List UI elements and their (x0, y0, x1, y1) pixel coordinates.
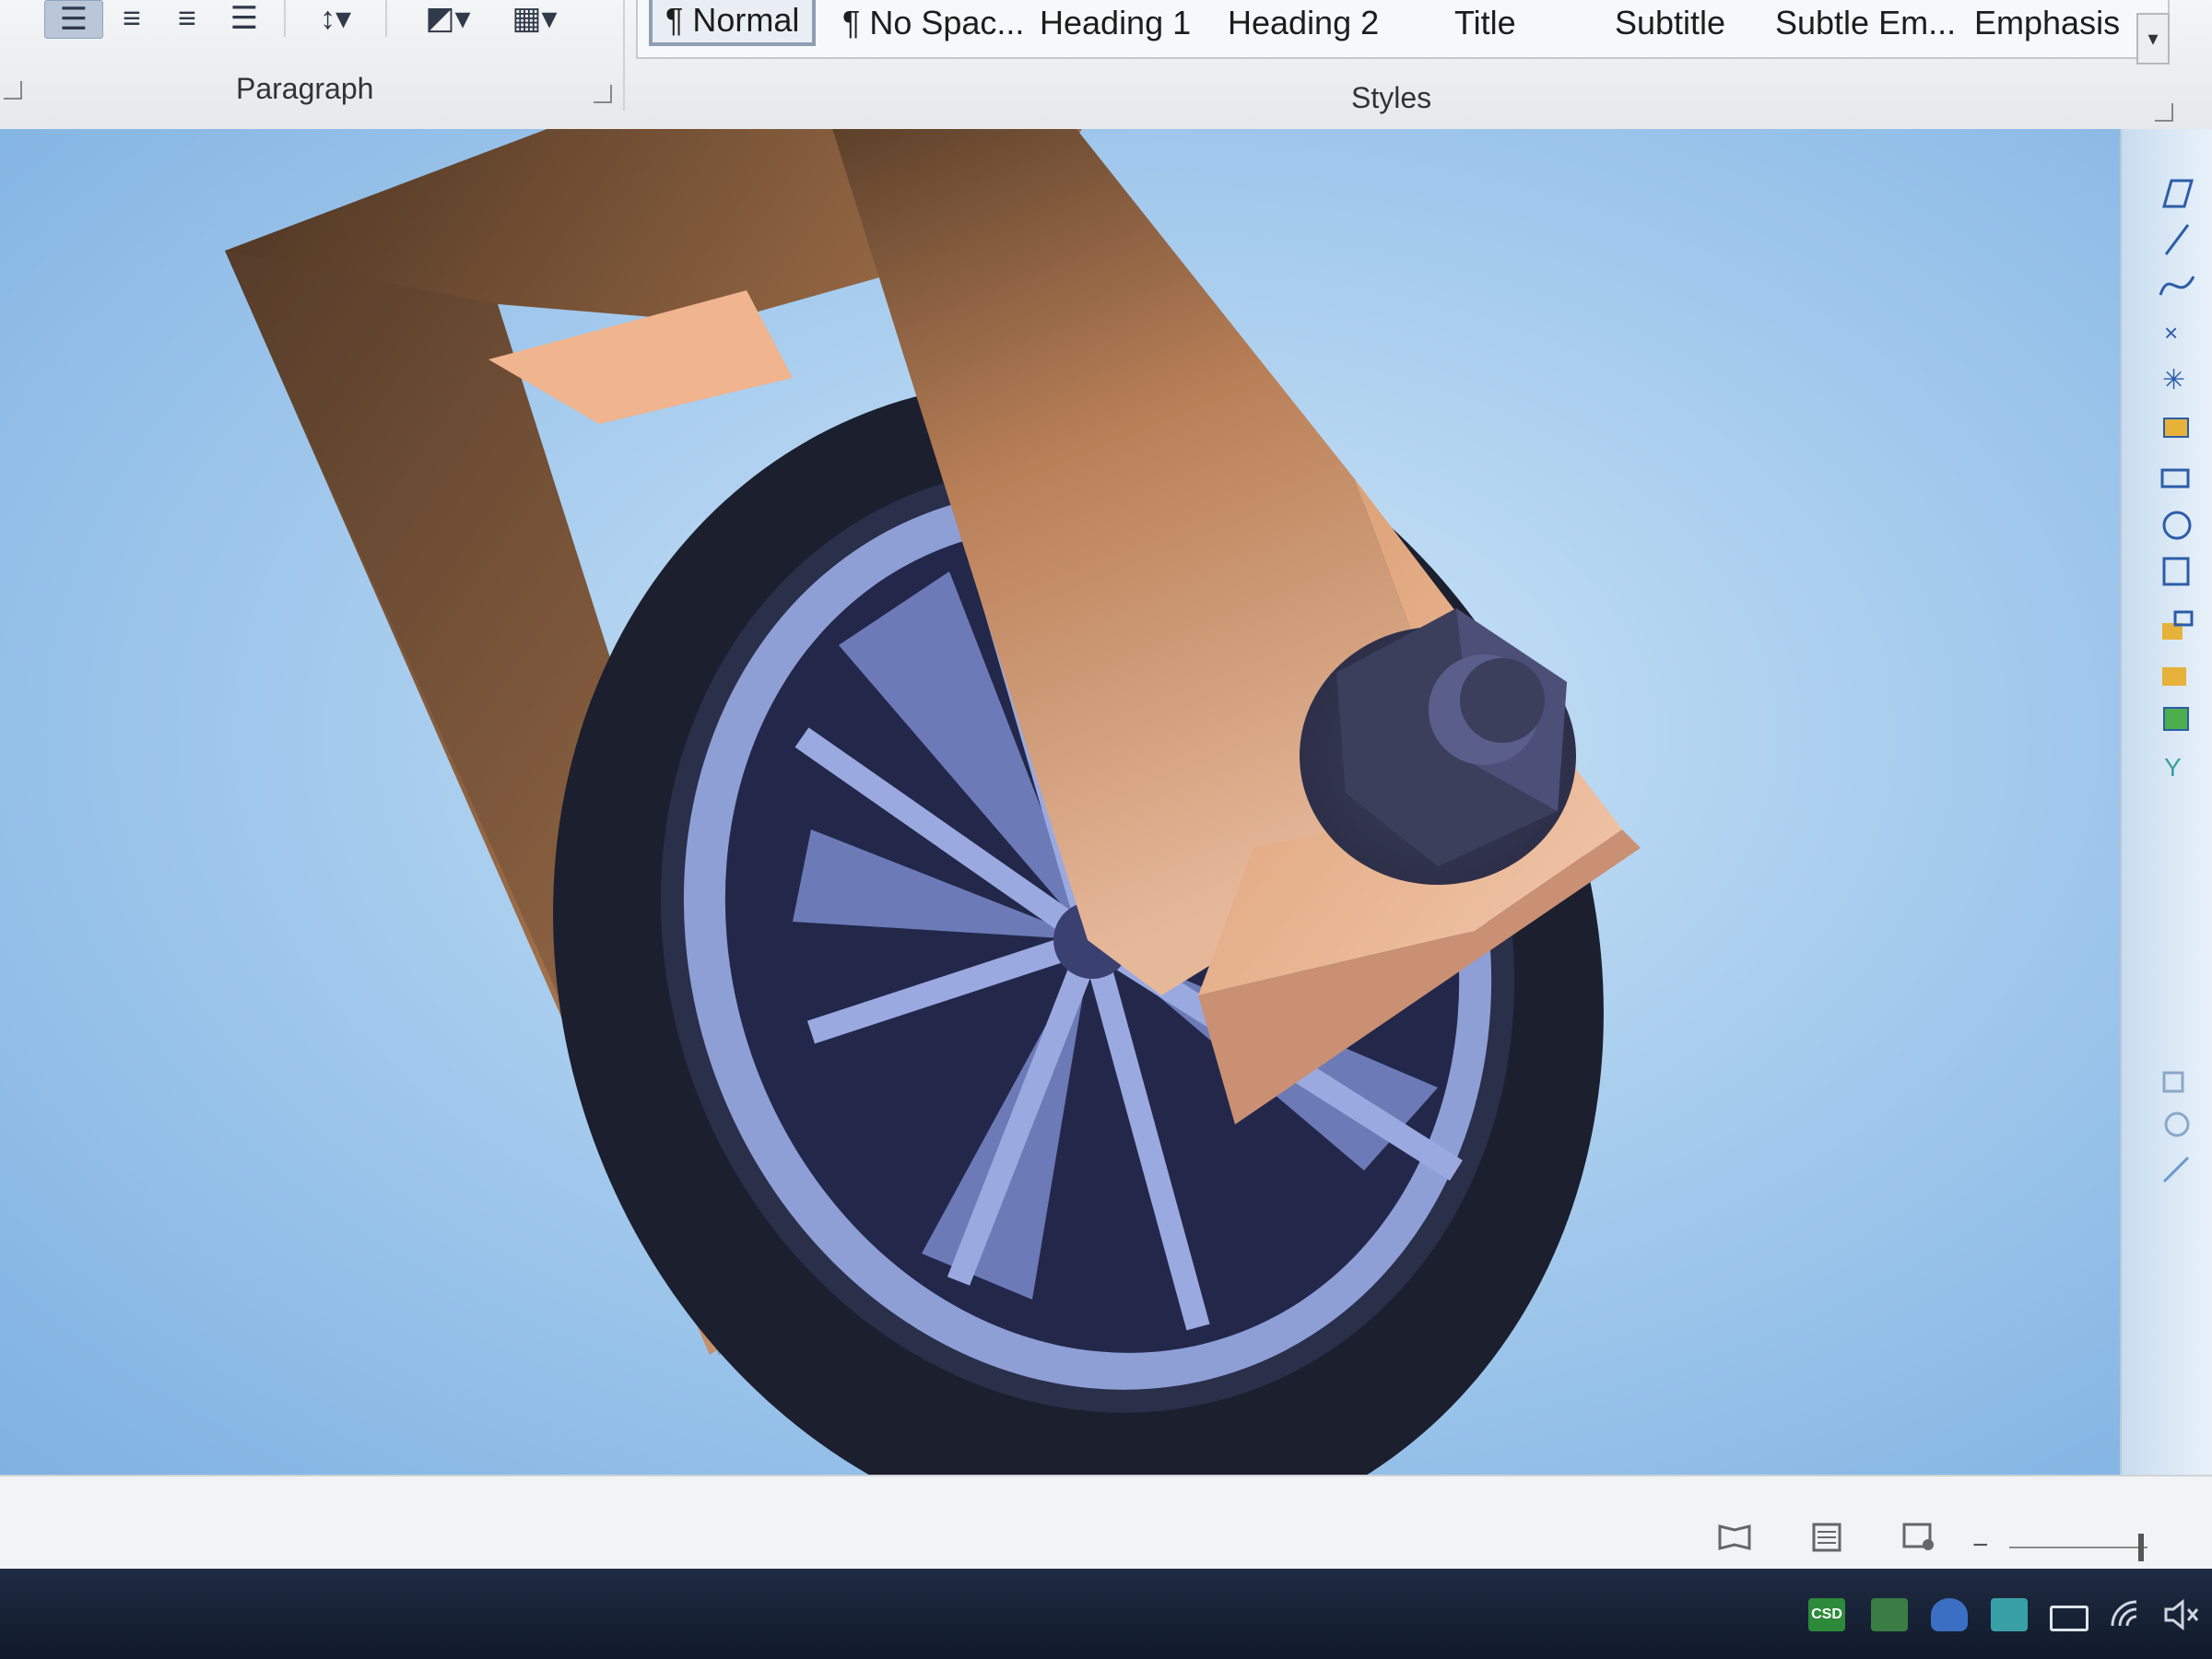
chamfer-tool-icon[interactable] (2157, 654, 2197, 691)
justify-button[interactable]: ☰ (221, 0, 267, 37)
line-tool-icon[interactable] (2157, 221, 2197, 258)
svg-text:×: × (2164, 319, 2178, 347)
print-layout-icon (1812, 1523, 1841, 1552)
trim-tool-icon[interactable]: ✳ (2157, 359, 2197, 396)
svg-text:✳: ✳ (2162, 365, 2185, 395)
spline-tool-icon[interactable] (2157, 267, 2197, 304)
bolt-end (1460, 658, 1545, 743)
wifi-icon-graphic (2111, 1600, 2137, 1627)
reading-view-button[interactable] (1716, 1521, 1753, 1552)
divider (385, 0, 387, 37)
style-heading-2[interactable]: Heading 2 (1228, 0, 1379, 46)
move-tool-icon[interactable] (2157, 1152, 2197, 1189)
extrude-tool-icon[interactable] (2157, 406, 2197, 442)
paragraph-dialog-launcher-icon[interactable] (594, 85, 612, 103)
pad-tool-icon[interactable] (2157, 461, 2197, 498)
print-layout-button[interactable] (1808, 1521, 1845, 1552)
rotate-tool-icon[interactable] (2157, 1106, 2197, 1143)
zoom-out-button[interactable]: − (1972, 1530, 1989, 1561)
speaker-icon (2164, 1598, 2199, 1631)
shell-tool-icon[interactable] (2157, 700, 2197, 737)
caster-wheel-model (225, 129, 1641, 1475)
style-heading-1[interactable]: Heading 1 (1040, 0, 1191, 46)
styles-more-button[interactable]: ▾ (2136, 13, 2170, 65)
align-right-button[interactable]: ≡ (164, 0, 210, 37)
scale-tool-icon[interactable] (2157, 1060, 2197, 1097)
zoom-slider-thumb[interactable] (2138, 1534, 2144, 1561)
pocket-tool-icon[interactable] (2157, 507, 2197, 544)
line-spacing-icon: ↕▾ (319, 1, 352, 36)
borders-icon: ▦▾ (512, 1, 558, 36)
zoom-slider[interactable] (2009, 1547, 2147, 1548)
taskbar: CSD (0, 1569, 2212, 1659)
ribbon: ☰ ≡ ≡ ☰ ↕▾ ◩▾ ▦▾ Paragraph ¶ Normal ¶ No… (0, 0, 2212, 131)
style-emphasis[interactable]: Emphasis (1974, 0, 2120, 46)
network-tray-icon[interactable] (1871, 1598, 1908, 1631)
chevron-down-icon: ▾ (2147, 27, 2159, 50)
styles-gallery: ¶ Normal ¶ No Spac... Heading 1 Heading … (636, 0, 2170, 59)
point-tool-icon[interactable]: × (2157, 313, 2197, 350)
battery-icon[interactable] (2050, 1606, 2088, 1631)
borders-button[interactable]: ▦▾ (498, 0, 571, 37)
app-tray-icon[interactable] (1991, 1598, 2028, 1631)
reading-view-icon (1718, 1524, 1751, 1550)
style-no-spacing[interactable]: ¶ No Spac... (842, 0, 1024, 46)
line-spacing-button[interactable]: ↕▾ (299, 0, 372, 37)
svg-text:Y: Y (2164, 753, 2182, 782)
fillet-tool-icon[interactable] (2157, 608, 2197, 645)
rib-tool-icon[interactable]: Y (2157, 747, 2197, 783)
style-subtle-emphasis[interactable]: Subtle Em... (1775, 0, 1956, 46)
justify-icon: ☰ (229, 1, 259, 36)
csd-tray-icon[interactable]: CSD (1808, 1598, 1845, 1631)
style-normal[interactable]: ¶ Normal (649, 0, 817, 46)
hole-tool-icon[interactable] (2157, 553, 2197, 590)
font-dialog-launcher-icon[interactable] (4, 81, 22, 100)
style-title[interactable]: Title (1454, 0, 1516, 46)
align-right-icon: ≡ (178, 0, 196, 36)
shield-icon[interactable] (1931, 1598, 1968, 1631)
styles-dialog-launcher-icon[interactable] (2155, 103, 2173, 122)
csd-tray-label: CSD (1811, 1606, 1842, 1622)
align-center-icon: ≡ (123, 0, 141, 36)
divider (284, 0, 286, 37)
drawing-toolbar: × ✳ Y (2120, 129, 2212, 1475)
align-center-button[interactable]: ≡ (109, 0, 155, 37)
align-left-button[interactable]: ☰ (44, 0, 103, 39)
styles-group-label: Styles (1351, 81, 1432, 114)
volume-muted-icon[interactable] (2162, 1598, 2199, 1631)
paragraph-group-label: Paragraph (236, 72, 374, 105)
web-layout-icon (1902, 1523, 1934, 1550)
model-viewport[interactable] (0, 129, 2120, 1475)
rectangle-tool-icon[interactable] (2157, 175, 2197, 212)
wifi-icon[interactable] (2109, 1598, 2146, 1631)
style-subtitle[interactable]: Subtitle (1615, 0, 1725, 46)
shading-button[interactable]: ◩▾ (411, 0, 485, 37)
align-left-icon: ☰ (59, 2, 88, 37)
status-bar: − (0, 1475, 2212, 1571)
divider (623, 0, 625, 111)
web-layout-button[interactable] (1900, 1521, 1937, 1552)
shading-icon: ◩▾ (425, 1, 471, 36)
